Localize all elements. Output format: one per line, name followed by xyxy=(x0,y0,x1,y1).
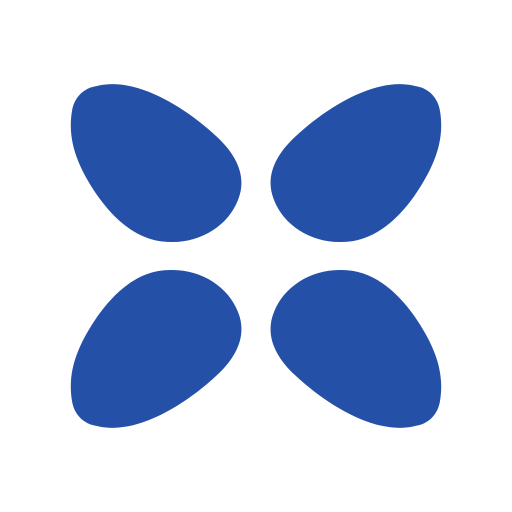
petal-top-right xyxy=(270,84,442,243)
petal-top-left xyxy=(70,84,242,243)
four-petal-x-logo-icon xyxy=(70,84,442,428)
petal-bottom-right xyxy=(270,269,442,428)
logo-canvas xyxy=(0,0,512,512)
petal-bottom-left xyxy=(70,269,242,428)
